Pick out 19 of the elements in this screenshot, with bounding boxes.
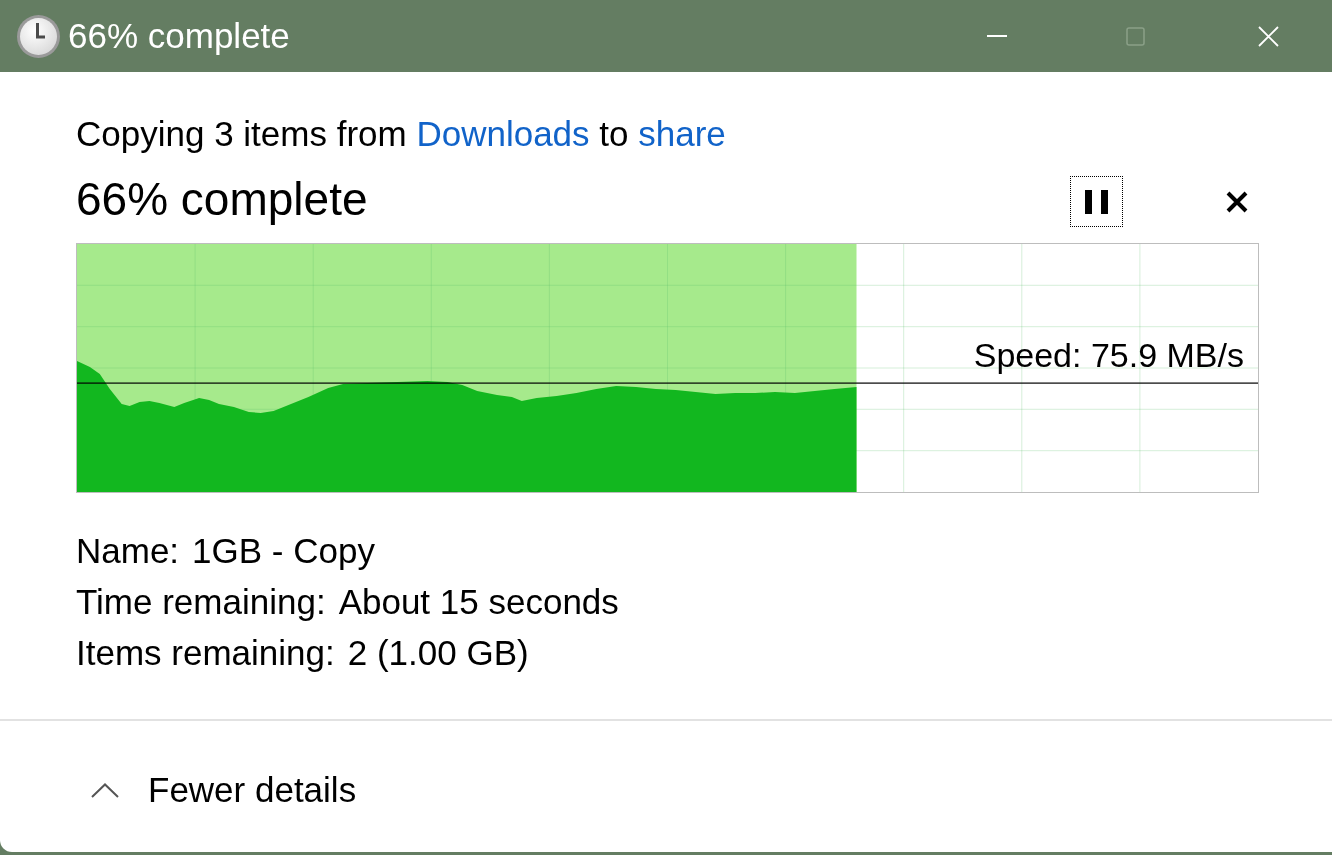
copy-summary: Copying 3 items from Downloads to share bbox=[76, 114, 726, 154]
close-icon bbox=[1226, 190, 1248, 213]
detail-value: About 15 seconds bbox=[338, 580, 619, 623]
pause-button[interactable] bbox=[1070, 176, 1123, 227]
clock-icon bbox=[16, 13, 61, 59]
minimize-icon bbox=[987, 35, 1007, 37]
detail-label: Items remaining: bbox=[76, 631, 335, 674]
pause-icon bbox=[1085, 189, 1108, 214]
speed-reading: Speed: 75.9 MB/s bbox=[973, 335, 1244, 375]
detail-label: Name: bbox=[76, 529, 180, 572]
fewer-details-button[interactable]: Fewer details bbox=[91, 769, 357, 811]
close-icon bbox=[1257, 25, 1279, 47]
progress-heading: 66% complete bbox=[76, 171, 368, 226]
detail-label: Time remaining: bbox=[76, 580, 326, 623]
window-title: 66% complete bbox=[68, 15, 290, 57]
folder-link[interactable]: share bbox=[638, 114, 726, 153]
folder-link[interactable]: Downloads bbox=[416, 114, 590, 153]
detail-value: 1GB - Copy bbox=[192, 529, 375, 572]
detail-value: 2 (1.00 GB) bbox=[347, 631, 529, 674]
